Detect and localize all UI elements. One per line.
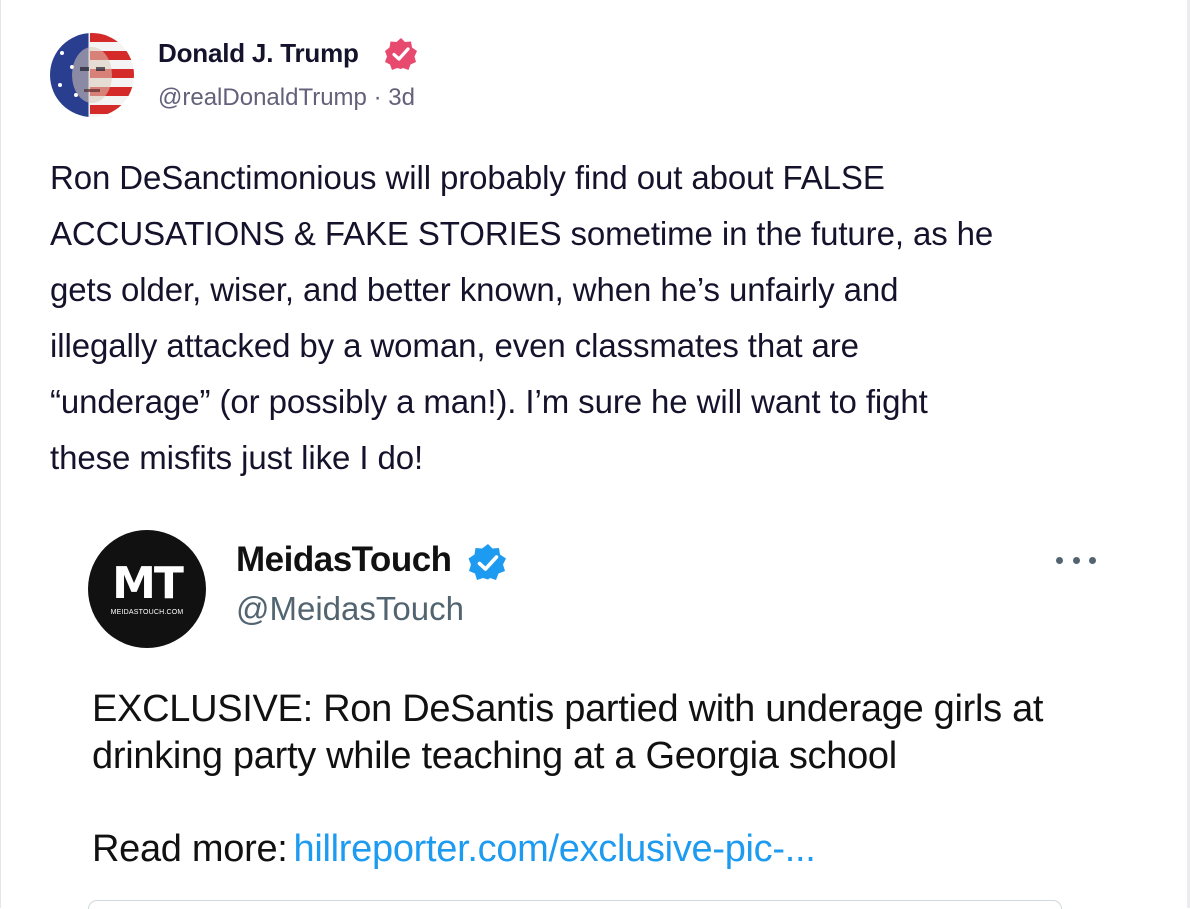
more-options-icon[interactable] [1056, 548, 1096, 572]
author-handle-meta: @realDonaldTrump · 3d [158, 84, 415, 112]
author-handle[interactable]: @realDonaldTrump [158, 84, 367, 111]
verified-badge-icon [468, 544, 506, 580]
read-more-line: Read more: hillreporter.com/exclusive-pic… [92, 828, 816, 871]
more-dot [1056, 556, 1063, 564]
author-avatar[interactable] [50, 33, 134, 117]
avatar-logo-letters: MT [112, 558, 184, 609]
read-more-label: Read more: [92, 828, 288, 870]
verified-badge-icon [385, 38, 417, 70]
post-header: Donald J. Trump @realDonaldTrump · 3d [50, 30, 650, 120]
post-time[interactable]: 3d [388, 84, 415, 111]
meta-separator: · [373, 84, 382, 111]
quote-text: EXCLUSIVE: Ron DeSantis partied with und… [92, 688, 1044, 777]
meidastouch-avatar[interactable]: MT MEIDASTOUCH.COM [88, 530, 206, 648]
read-more-link[interactable]: hillreporter.com/exclusive-pic-... [294, 828, 816, 870]
portrait-flag-icon [58, 33, 134, 114]
avatar-logo-subtext: MEIDASTOUCH.COM [110, 609, 184, 616]
quote-author-handle[interactable]: @MeidasTouch [236, 590, 464, 628]
quoted-tweet-card[interactable]: MT MEIDASTOUCH.COM MeidasTouch @MeidasTo… [88, 520, 1108, 908]
author-name[interactable]: Donald J. Trump [158, 38, 359, 69]
quote-author-name[interactable]: MeidasTouch [236, 540, 452, 580]
post-text: Ron DeSanctimonious will probably find o… [50, 159, 994, 476]
more-dot [1072, 556, 1080, 564]
more-dot [1089, 556, 1096, 564]
card-border-left [0, 0, 1, 908]
